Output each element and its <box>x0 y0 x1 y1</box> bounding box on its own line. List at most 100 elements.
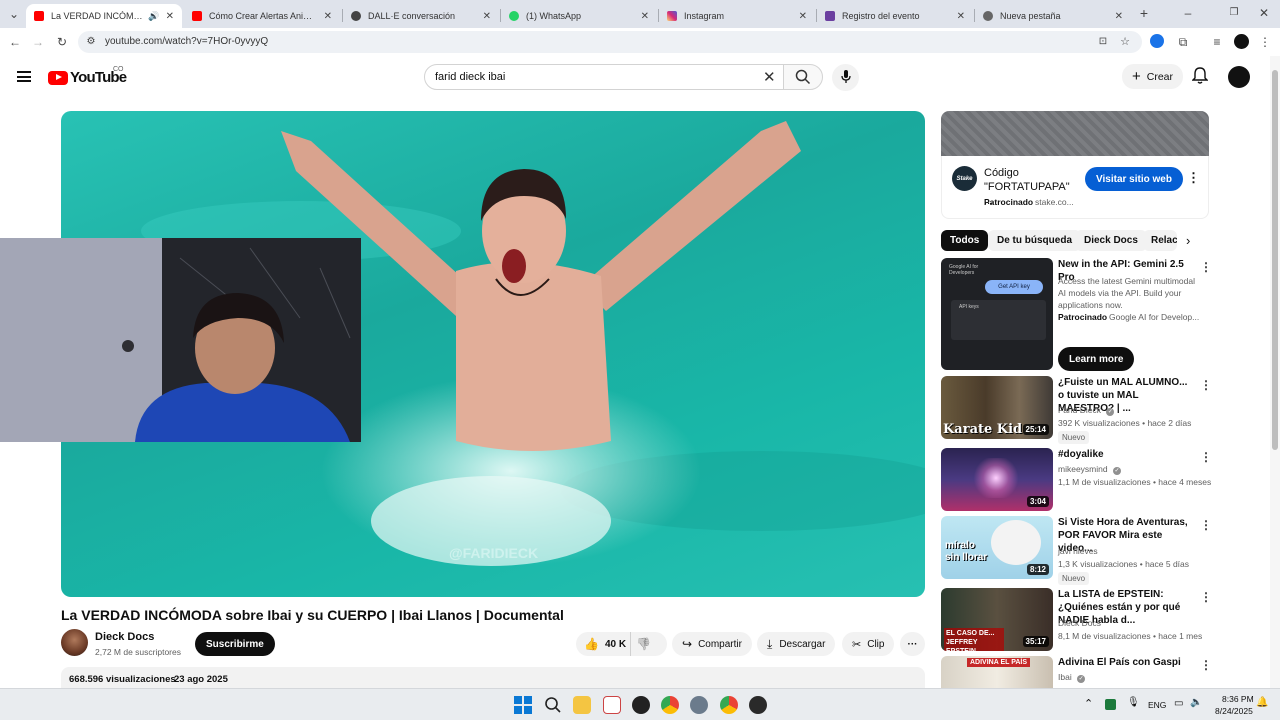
channel-avatar[interactable] <box>61 629 88 656</box>
network-icon[interactable]: ▭ <box>1174 698 1183 709</box>
ad-logo[interactable]: Stake <box>952 166 977 191</box>
search-button[interactable] <box>783 64 823 90</box>
create-button[interactable]: + Crear <box>1122 64 1184 89</box>
tab-whatsapp[interactable]: (1) WhatsApp ✕ <box>501 4 657 28</box>
hamburger-menu-icon[interactable] <box>17 71 31 82</box>
chrome-profile-icon[interactable] <box>720 696 738 714</box>
address-bar[interactable]: ⚙ youtube.com/watch?v=7HOr-0yvyyQ ⊡ ☆ <box>78 31 1142 53</box>
notifications-bell-icon[interactable] <box>1191 67 1209 85</box>
close-tab-icon[interactable]: ✕ <box>1115 11 1123 22</box>
ad-more-icon[interactable]: ⋮ <box>1187 170 1200 186</box>
install-app-icon[interactable]: ⊡ <box>1096 34 1110 50</box>
channel-name[interactable]: Ibai ✓ <box>1058 672 1086 683</box>
video-title[interactable]: Adivina El País con Gaspi <box>1058 656 1193 669</box>
taskbar-search-icon[interactable] <box>544 696 562 714</box>
scrollbar-thumb[interactable] <box>1272 70 1278 450</box>
tab-nueva[interactable]: Nueva pestaña ✕ <box>975 4 1131 28</box>
video-title[interactable]: #doyalike <box>1058 448 1193 461</box>
reload-icon[interactable]: ↻ <box>54 34 70 50</box>
speaker-icon[interactable]: 🔊 <box>148 11 159 22</box>
close-tab-icon[interactable]: ✕ <box>483 11 491 22</box>
tab-search-chevron-icon[interactable]: ⌄ <box>6 6 22 22</box>
language-indicator[interactable]: ENG <box>1148 700 1166 710</box>
site-info-icon[interactable]: ⚙ <box>84 34 98 50</box>
clear-search-icon[interactable]: ✕ <box>763 68 776 86</box>
media-controls-icon[interactable]: ≡ <box>1210 34 1224 50</box>
tab-la-verdad[interactable]: La VERDAD INCÓMODA sobre Ibai 🔊 ✕ <box>26 4 182 28</box>
more-options-icon[interactable]: ⋮ <box>1200 378 1212 392</box>
extension-shazam-icon[interactable] <box>1150 34 1164 48</box>
subscribe-button[interactable]: Suscribirme <box>195 632 275 656</box>
channel-name[interactable]: javi nieves <box>1058 546 1098 556</box>
snipping-tool-icon[interactable] <box>603 696 621 714</box>
close-tab-icon[interactable]: ✕ <box>799 11 807 22</box>
profile-avatar-icon[interactable] <box>1234 34 1249 49</box>
tray-mic-icon[interactable]: 🎙 <box>1127 697 1140 708</box>
close-tab-icon[interactable]: ✕ <box>641 11 649 22</box>
media-player-icon[interactable] <box>749 696 767 714</box>
chip-todos[interactable]: Todos <box>941 230 989 251</box>
restore-icon[interactable]: ❐ <box>1226 5 1242 21</box>
learn-more-button[interactable]: Learn more <box>1058 347 1135 371</box>
video-thumbnail[interactable]: míralo sin llorar 8:12 <box>941 516 1053 579</box>
settings-gear-icon[interactable] <box>690 696 708 714</box>
clip-button[interactable]: ✂ Clip <box>842 632 895 656</box>
tray-chevron-icon[interactable]: ⌃ <box>1084 697 1093 710</box>
notification-bell-icon[interactable]: 🔔 <box>1256 697 1268 708</box>
video-thumbnail[interactable]: ADIVINA EL PAÍS <box>941 656 1053 688</box>
browser-menu-icon[interactable]: ⋮ <box>1258 34 1272 50</box>
description-box[interactable]: 668.596 visualizaciones 23 ago 2025 <box>61 667 925 689</box>
promo-more-icon[interactable]: ⋮ <box>1200 260 1212 274</box>
recommendation-item[interactable]: míralo sin llorar 8:12 Si Viste Hora de … <box>941 516 1221 585</box>
tab-dalle[interactable]: DALL·E conversación ✕ <box>343 4 499 28</box>
tab-alertas[interactable]: Cómo Crear Alertas Animadas P ✕ <box>184 4 340 28</box>
close-tab-icon[interactable]: ✕ <box>324 11 332 22</box>
chip-dieck-docs[interactable]: Dieck Docs <box>1075 230 1147 251</box>
voice-search-button[interactable] <box>832 64 859 91</box>
recommendation-item[interactable]: ADIVINA EL PAÍS Adivina El País con Gasp… <box>941 656 1221 688</box>
chrome-icon[interactable] <box>661 696 679 714</box>
video-thumbnail[interactable]: Karate Kid 25:14 <box>941 376 1053 439</box>
windows-start-icon[interactable] <box>514 696 532 714</box>
search-input[interactable]: farid dieck ibai <box>435 71 505 83</box>
recommendation-item[interactable]: Karate Kid 25:14 ¿Fuiste un MAL ALUMNO..… <box>941 376 1221 444</box>
bookmark-star-icon[interactable]: ☆ <box>1118 34 1132 50</box>
promo-thumbnail[interactable]: Google AI for Developers Get API key API… <box>941 258 1053 370</box>
file-explorer-icon[interactable] <box>573 696 591 714</box>
minimize-icon[interactable]: – <box>1180 5 1196 21</box>
clock-date[interactable]: 8/24/2025 <box>1215 706 1253 716</box>
channel-name[interactable]: mikeeysmind ✓ <box>1058 464 1121 475</box>
channel-name[interactable]: Farid Dieck ✓ <box>1058 405 1115 416</box>
channel-name[interactable]: Dieck Docs <box>95 631 154 643</box>
forward-icon[interactable]: → <box>30 34 46 50</box>
clock-time[interactable]: 8:36 PM <box>1222 694 1254 704</box>
close-tab-icon[interactable]: ✕ <box>166 11 174 22</box>
close-window-icon[interactable]: ✕ <box>1256 5 1272 21</box>
more-options-icon[interactable]: ⋮ <box>1200 518 1212 532</box>
chips-next-chevron-icon[interactable]: › <box>1186 233 1190 248</box>
back-icon[interactable]: ← <box>7 34 23 50</box>
like-button[interactable]: 👍 40 K <box>576 632 631 656</box>
new-tab-icon[interactable]: + <box>1136 5 1152 21</box>
extensions-puzzle-icon[interactable]: ⧉ <box>1176 34 1190 50</box>
sponsored-promo[interactable]: Google AI for Developers Get API key API… <box>941 258 1221 371</box>
more-options-icon[interactable]: ⋮ <box>1200 590 1212 604</box>
download-button[interactable]: ⤓ Descargar <box>757 632 836 656</box>
channel-name[interactable]: Dieck Docs <box>1058 618 1101 628</box>
tab-registro[interactable]: Registro del evento ✕ <box>817 4 973 28</box>
account-avatar[interactable] <box>1228 66 1250 88</box>
chip-relacionado[interactable]: Relacionado <box>1143 230 1177 251</box>
tab-instagram[interactable]: Instagram ✕ <box>659 4 815 28</box>
obs-icon[interactable] <box>632 696 650 714</box>
share-button[interactable]: ↪ Compartir <box>672 632 752 656</box>
more-options-icon[interactable]: ⋮ <box>1200 450 1212 464</box>
close-tab-icon[interactable]: ✕ <box>957 11 965 22</box>
tray-app-icon[interactable] <box>1105 699 1116 710</box>
volume-icon[interactable]: 🔈 <box>1190 697 1202 708</box>
visit-site-button[interactable]: Visitar sitio web <box>1085 167 1183 191</box>
search-box[interactable]: farid dieck ibai ✕ <box>424 64 784 90</box>
ad-banner-image[interactable] <box>941 111 1209 156</box>
chip-de-tu-busqueda[interactable]: De tu búsqueda <box>988 230 1082 251</box>
video-thumbnail[interactable]: 3:04 <box>941 448 1053 511</box>
more-options-icon[interactable]: ⋮ <box>1200 658 1212 672</box>
